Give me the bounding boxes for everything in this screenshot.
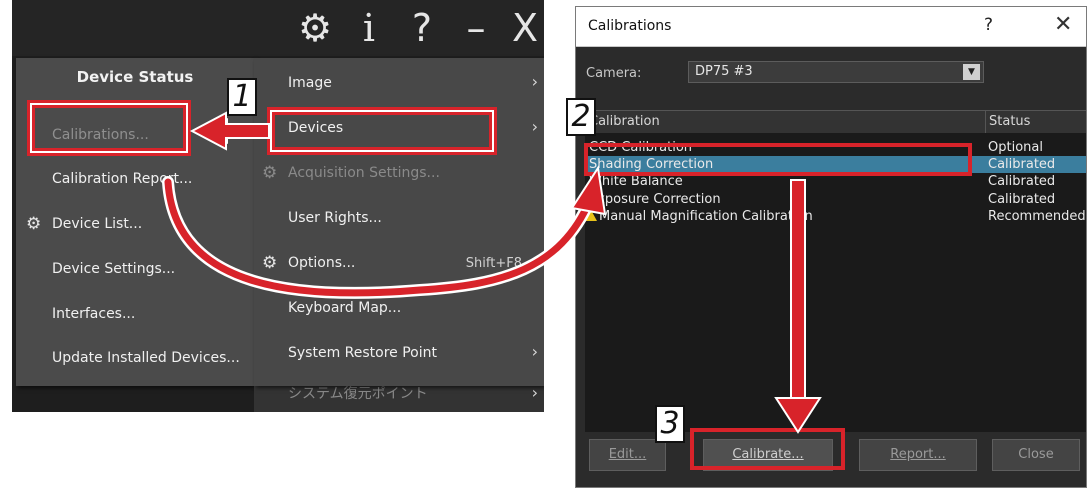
camera-value: DP75 #3 [695,64,753,79]
step-1-label: 1 [227,78,257,116]
device-status-title: Device Status [76,68,194,86]
chevron-down-icon[interactable]: ▼ [963,64,980,80]
menu-item-update-installed-devices[interactable]: Update Installed Devices... [52,350,240,366]
options-shortcut: Shift+F8 [465,256,522,271]
column-header-calibration-label: Calibration [589,114,660,129]
highlight-calibrate-button [690,428,845,470]
camera-select[interactable]: DP75 #3 ▼ [688,61,984,83]
underlay-label: システム復元ポイント [288,386,428,402]
menu-item-system-restore-point[interactable]: System Restore Point [288,345,437,361]
close-icon[interactable]: X [508,6,542,50]
close-button[interactable]: Close [992,439,1080,471]
menu-item-acquisition-settings[interactable]: Acquisition Settings... [288,165,440,181]
highlight-devices [267,107,497,155]
warning-icon [585,210,597,221]
dialog-title: Calibrations [588,18,672,34]
chevron-right-icon: › [531,72,538,91]
column-header-calibration[interactable]: Calibration [585,111,986,133]
camera-label: Camera: [586,66,642,81]
row-status: Calibrated [988,157,1056,172]
app-window: ⚙ i ? – X Device Status Calibrations... … [12,0,544,412]
menu-item-calibration-report[interactable]: Calibration Report... [52,171,192,187]
row-status: Optional [988,140,1043,155]
row-calibration: White Balance [589,174,683,189]
highlight-calibrations [27,100,191,156]
menu-item-interfaces[interactable]: Interfaces... [52,306,135,322]
report-button[interactable]: Report... [859,439,977,471]
menu-item-device-settings[interactable]: Device Settings... [52,261,175,277]
table-row[interactable]: Manual Magnification Calibration Recomme… [585,208,1086,225]
calibrations-dialog: Calibrations ? ✕ Camera: DP75 #3 ▼ Calib… [575,6,1087,488]
row-calibration: Exposure Correction [589,192,721,207]
menu-item-user-rights[interactable]: User Rights... [288,210,382,226]
gear-icon: ⚙ [26,214,42,234]
menu-item-image[interactable]: Image [288,75,332,91]
help-icon[interactable]: ? [984,15,993,35]
row-status: Calibrated [988,192,1056,207]
menu-item-options[interactable]: Options... [288,255,355,271]
row-calibration-wrap: Manual Magnification Calibration [585,209,813,224]
edit-button[interactable]: Edit... [589,439,666,471]
row-calibration: Manual Magnification Calibration [599,209,813,224]
column-header-status-label: Status [989,114,1031,129]
chevron-right-icon: › [531,117,538,136]
gear-icon: ⚙ [262,253,278,273]
column-header-status[interactable]: Status [986,111,1086,133]
chevron-right-icon: › [531,342,538,361]
row-status: Recommended [988,209,1086,224]
row-status: Calibrated [988,174,1056,189]
close-icon[interactable]: ✕ [1054,12,1072,37]
step-3-label: 3 [655,405,685,443]
highlight-shading-correction [584,143,972,176]
step-2-label: 2 [566,98,596,136]
dialog-title-bar: Calibrations ? ✕ [576,7,1086,47]
menu-item-device-list[interactable]: Device List... [52,216,142,232]
gear-icon: ⚙ [262,163,278,183]
minimize-icon[interactable]: – [458,6,494,50]
menu-item-keyboard-map[interactable]: Keyboard Map... [288,300,401,316]
help-icon[interactable]: ? [404,6,440,50]
gear-icon[interactable]: ⚙ [295,6,335,50]
title-bar: ⚙ i ? – X [12,0,544,56]
table-row[interactable]: Exposure Correction Calibrated [585,191,1086,208]
info-icon[interactable]: i [352,6,386,50]
